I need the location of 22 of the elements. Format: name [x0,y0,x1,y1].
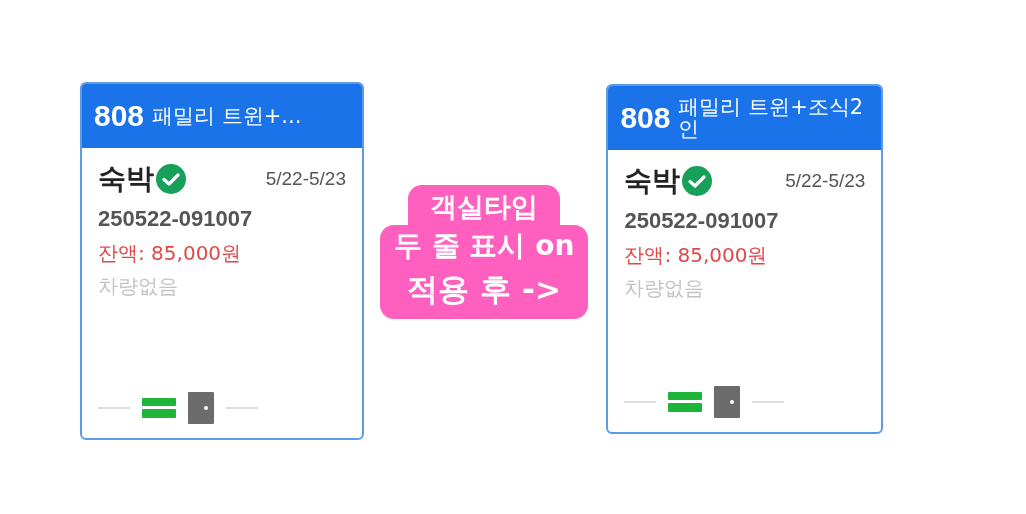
balance-text: 잔액: 85,000원 [624,242,769,269]
room-number: 808 [94,99,145,133]
room-number: 808 [620,101,671,135]
door-icon [714,386,741,418]
stay-dates: 5/22-5/23 [785,170,866,192]
card-icon [142,398,176,418]
room-type: 패밀리 트윈+조식2인 [678,95,865,141]
vehicle-text: 차량없음 [624,275,706,302]
stay-type: 숙박 [624,163,681,199]
reservation-card[interactable]: 808 패밀리 트윈+... 숙박 5/22-5/23 250522-091007 잔액: 85,000원 차량없음 [80,82,364,440]
door-icon [188,392,214,424]
stay-type: 숙박 [98,161,154,197]
room-type: 패밀리 트윈+... [152,104,302,127]
caption-line: 두 줄 표시 on [394,228,575,264]
booking-number: 250522-091007 [624,208,780,234]
booking-number: 250522-091007 [98,206,254,232]
stay-dates: 5/22-5/23 [265,168,346,190]
vehicle-text: 차량없음 [98,273,179,300]
balance-text: 잔액: 85,000원 [98,240,243,267]
card-icon [668,392,703,412]
caption-line: 적용 후 -> [407,270,561,309]
caption-line: 객실타입 [430,191,539,222]
